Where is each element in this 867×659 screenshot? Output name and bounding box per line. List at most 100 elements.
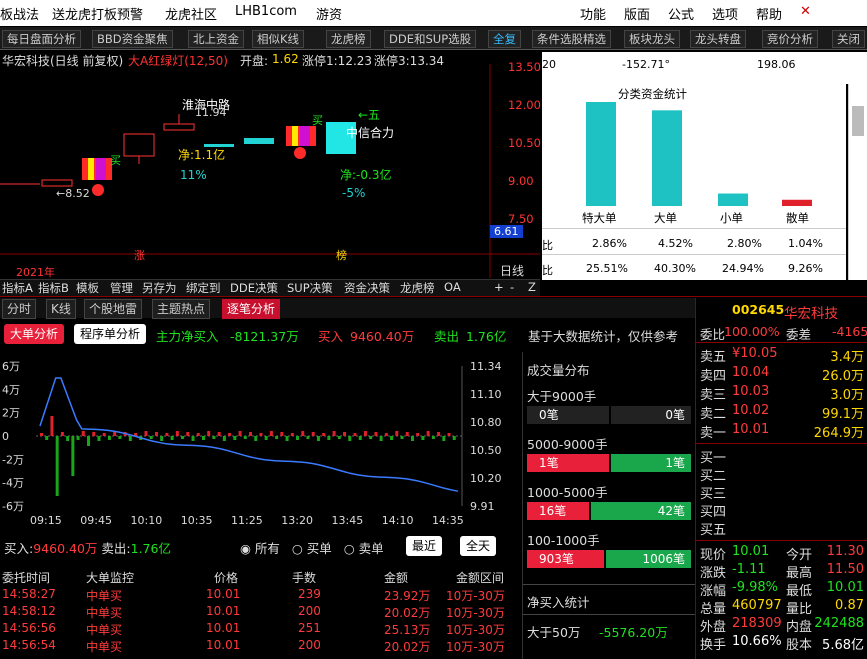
tool-oa[interactable]: OA [444,280,461,294]
x-tick: 09:15 [30,514,62,527]
menu-func[interactable]: 功能 [580,4,606,23]
volume-bar [395,431,399,436]
program-order-button[interactable]: 程序单分析 [74,324,147,344]
volume-bar [442,436,446,441]
menu-item-3[interactable]: 龙虎社区 [165,4,217,23]
tool-saveas[interactable]: 另存为 [142,280,177,296]
recent-button[interactable]: 最近 [406,536,443,556]
lower-tabs: 分时 K线 个股地雷 主题热点 逐笔分析 [0,298,695,319]
stat-value: 10.01 [826,580,864,595]
tab-leader[interactable]: 龙头转盘 [690,30,746,48]
tab-condition[interactable]: 条件选股精选 [532,30,611,48]
tool-sup[interactable]: SUP决策 [287,280,333,296]
volume-bar [81,431,85,436]
tab-hot[interactable]: 主题热点 [152,299,211,319]
stat-label: 内盘 [786,620,813,635]
tool-indicator-b[interactable]: 指标B [38,280,69,296]
sell-price: 10.03 [732,384,770,399]
radio-sell[interactable]: ○ 卖单 [344,541,384,556]
menu-item-2[interactable]: 送龙虎打板预警 [52,4,143,23]
tab-tick[interactable]: 逐笔分析 [222,299,281,319]
tab-sector[interactable]: 板块龙头 [624,30,680,48]
tab-kline[interactable]: K线 [46,299,76,319]
y-tick: 10.50 [508,136,541,150]
x-tick: 09:45 [80,514,112,527]
sell-volume: 99.1万 [822,407,864,422]
tool-lhb[interactable]: 龙虎榜 [400,280,435,296]
tab-auction[interactable]: 竞价分析 [762,30,818,48]
volume-bar [316,436,320,441]
volume-bar [92,432,96,436]
stat-label: 换手 [700,638,727,653]
net-stat-label: 大于50万 [527,625,581,640]
scroll-thumb[interactable] [852,106,864,136]
tool-template[interactable]: 模板 [76,280,99,296]
tool-fund[interactable]: 资金决策 [344,280,390,296]
volume-bar [45,436,49,440]
y-tick-right: 10.80 [470,416,502,429]
volume-bar [196,433,200,436]
sell-volume: 3.4万 [830,350,864,365]
radio-buy[interactable]: ○ 买单 [292,541,332,556]
menu-layout[interactable]: 版面 [624,4,650,23]
tab-daily[interactable]: 每日盘面分析 [2,30,81,48]
tool-indicator-a[interactable]: 指标A [2,280,33,296]
menu-item-5[interactable]: 游资 [316,4,342,23]
tab-similar-k[interactable]: 相似K线 [252,30,305,48]
kline-chart[interactable]: 华宏科技(日线 前复权) 大A红绿灯(12,50) 开盘: 1.62 涨停1:1… [0,50,541,279]
dist-buy-bar: 1笔 [527,454,609,472]
tool-bind[interactable]: 绑定到 [186,280,221,296]
deal-cell: 25.13万 [384,623,431,637]
tab-dde[interactable]: DDE和SUP选股 [384,30,477,48]
menu-help[interactable]: 帮助 [756,4,782,23]
close-icon[interactable]: ✕ [800,4,811,19]
deal-cell: 10.01 [206,604,241,618]
tool-dde[interactable]: DDE决策 [230,280,278,296]
flow-chart[interactable]: 6万 4万 2万 0 -2万 -4万 -6万 11.34 11.10 10.80 10.50 10.2… [0,352,520,562]
tool-manage[interactable]: 管理 [110,280,133,296]
sell-value: 1.76亿 [466,329,507,344]
weicha-label: 委差 [786,327,812,342]
tab-mine[interactable]: 个股地雷 [84,299,143,319]
menu-formula[interactable]: 公式 [668,4,694,23]
volume-bar [426,431,430,436]
candle-marker [292,126,298,146]
menu-item-4[interactable]: LHB1com [235,4,297,19]
stat-cell: 4.52% [658,237,693,250]
zhang-label: 涨 [134,249,145,262]
tab-north[interactable]: 北上资金 [188,30,244,48]
tab-close[interactable]: 关闭 [832,30,865,48]
tab-lhb[interactable]: 龙虎榜 [326,30,371,48]
menu-item-1[interactable]: 板战法 [0,4,39,23]
y-tick-left: 2万 [2,407,20,420]
zoom-z-icon[interactable]: Z [528,280,536,294]
tab-fullrestore[interactable]: 全复 [488,30,521,48]
fullday-button[interactable]: 全天 [460,536,497,556]
volume-bar [280,432,284,436]
tab-bbd[interactable]: BBD资金聚焦 [92,30,173,48]
volume-bar [259,433,263,436]
sell-level-label: 卖一 [700,426,727,441]
x-tick: 14:35 [432,514,464,527]
volume-bar [170,436,174,440]
flow-sell-label: 卖出: [101,541,131,556]
zoom-out-icon[interactable]: - [510,280,514,294]
deal-cell: 14:58:27 [2,587,56,601]
radio-all[interactable]: ◉ 所有 [240,541,280,556]
volume-bar [421,436,425,440]
panel-scrollbar[interactable] [848,84,867,280]
col-monitor: 大单监控 [86,571,135,585]
zoom-in-icon[interactable]: + [494,280,504,294]
volume-bar [431,436,435,439]
stat-cell: 1.04% [788,237,823,250]
tab-intraday[interactable]: 分时 [2,299,37,319]
sell-volume: 264.9万 [813,426,864,441]
volume-bar [290,433,294,436]
fund-bar [782,199,812,206]
menu-options[interactable]: 选项 [712,4,738,23]
volume-bar [322,433,326,436]
period-label[interactable]: 日线 [500,262,524,279]
big-order-button[interactable]: 大单分析 [4,324,65,344]
radio-all-label: 所有 [254,541,280,556]
volume-bar [66,436,70,441]
